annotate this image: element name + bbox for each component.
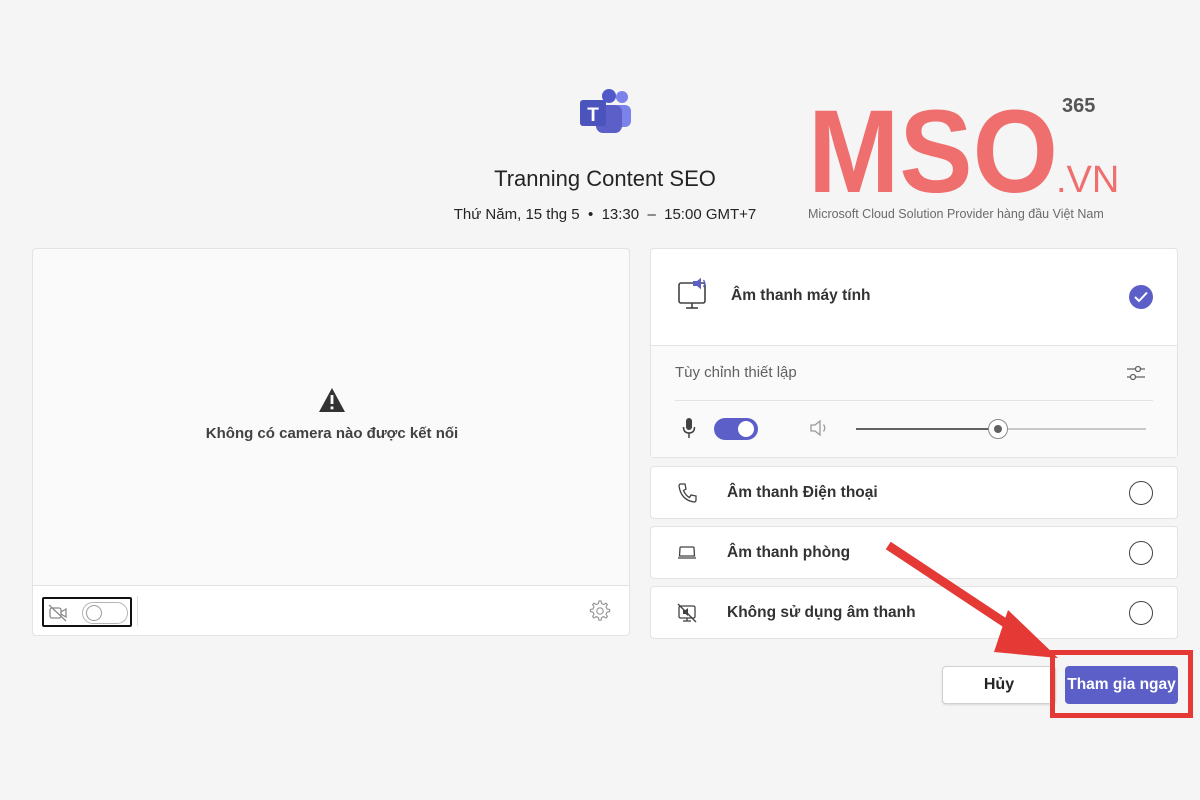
sliders-icon[interactable] — [1125, 362, 1147, 384]
divider — [137, 596, 138, 626]
meeting-title: Tranning Content SEO — [494, 166, 716, 191]
radio-button[interactable] — [1129, 481, 1153, 505]
svg-text:T: T — [587, 105, 599, 126]
teams-logo-icon: T — [580, 89, 631, 133]
mso-tagline: Microsoft Cloud Solution Provider hàng đ… — [808, 207, 1104, 221]
camera-off-icon — [48, 604, 67, 622]
microphone-toggle[interactable] — [714, 418, 758, 440]
svg-text:.VN: .VN — [1056, 159, 1119, 201]
speaker-icon — [810, 419, 826, 437]
cancel-button[interactable]: Hủy — [942, 666, 1056, 704]
no-camera-message: Không có camera nào được kết nối — [205, 425, 459, 442]
room-audio-label: Âm thanh phòng — [727, 544, 851, 561]
svg-text:365: 365 — [1062, 95, 1095, 117]
no-audio-icon — [677, 603, 697, 623]
mso-watermark-logo: MSO 365 .VN — [808, 92, 1119, 202]
join-now-button[interactable]: Tham gia ngay — [1065, 666, 1178, 704]
microphone-icon — [682, 418, 696, 438]
selected-check-icon — [1129, 285, 1153, 309]
svg-text:MSO: MSO — [808, 92, 1058, 202]
gear-icon[interactable] — [589, 600, 611, 622]
video-preview-panel: Không có camera nào được kết nối — [32, 248, 630, 636]
radio-button[interactable] — [1129, 601, 1153, 625]
phone-icon — [678, 483, 697, 503]
computer-audio-panel: Âm thanh máy tính Tùy chỉnh thiết lập — [650, 248, 1178, 458]
custom-settings-section: Tùy chỉnh thiết lập — [651, 345, 1177, 457]
custom-settings-label: Tùy chỉnh thiết lập — [675, 364, 797, 381]
volume-slider-thumb[interactable] — [988, 419, 1009, 439]
volume-fill — [856, 428, 999, 430]
phone-audio-option[interactable]: Âm thanh Điện thoại — [650, 466, 1178, 519]
camera-toggle[interactable] — [82, 602, 128, 624]
warning-icon — [319, 388, 345, 412]
computer-audio-label: Âm thanh máy tính — [731, 287, 871, 304]
camera-control — [42, 597, 132, 627]
computer-audio-option[interactable]: Âm thanh máy tính — [651, 249, 1177, 345]
room-audio-icon — [678, 546, 696, 559]
meeting-time: Thứ Năm, 15 thg 5 • 13:30 – 15:00 GMT+7 — [453, 206, 757, 223]
video-controls-bar — [33, 585, 629, 635]
computer-speaker-icon — [678, 277, 706, 309]
phone-audio-label: Âm thanh Điện thoại — [727, 484, 878, 501]
radio-button[interactable] — [1129, 541, 1153, 565]
divider — [675, 400, 1153, 401]
